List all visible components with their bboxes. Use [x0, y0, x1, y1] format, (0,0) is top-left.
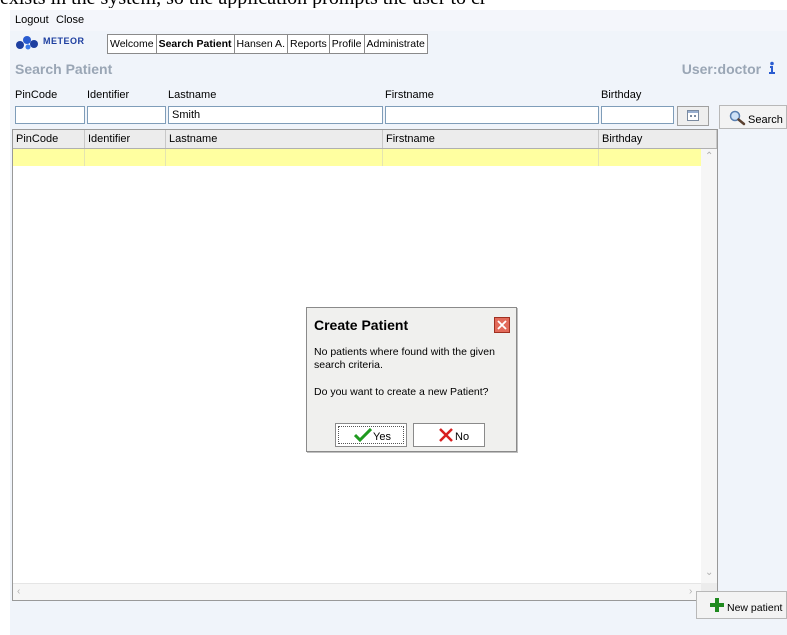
document-text-fragment: exists in the system, so the application…: [0, 0, 787, 8]
birthday-label: Birthday: [601, 89, 642, 101]
close-icon: [497, 320, 507, 330]
row-cell: [13, 149, 85, 166]
identifier-label: Identifier: [87, 89, 130, 101]
tab-hansen-a[interactable]: Hansen A.: [233, 34, 287, 54]
calendar-button[interactable]: [677, 106, 709, 126]
lastname-input[interactable]: [168, 106, 383, 124]
dialog-question: Do you want to create a new Patient?: [314, 386, 489, 398]
row-cell: [85, 149, 166, 166]
page-title: Search Patient: [15, 61, 113, 77]
no-button[interactable]: No: [413, 423, 485, 447]
dialog-message: No patients where found with the given s…: [314, 346, 495, 371]
logout-menu-item[interactable]: Logout: [15, 14, 49, 26]
no-button-label: No: [455, 431, 470, 443]
column-header-pincode[interactable]: PinCode: [13, 130, 85, 148]
grid-header: PinCode Identifier Lastname Firstname Bi…: [13, 130, 717, 149]
magnifier-icon: [729, 110, 746, 126]
tab-welcome[interactable]: Welcome: [107, 34, 156, 54]
row-cell: [383, 149, 599, 166]
meteor-logo-icon: [16, 36, 38, 50]
identifier-input[interactable]: [87, 106, 166, 124]
search-button-label: Search: [748, 114, 783, 126]
calendar-icon: [687, 110, 699, 121]
vertical-scrollbar[interactable]: ⌃ ⌄: [701, 149, 717, 583]
menubar: Logout Close: [10, 10, 787, 31]
pincode-label: PinCode: [15, 89, 58, 101]
row-cell: [166, 149, 383, 166]
scroll-down-icon[interactable]: ⌄: [705, 567, 713, 578]
scroll-up-icon[interactable]: ⌃: [705, 151, 713, 162]
create-patient-dialog: Create Patient No patients where found w…: [306, 307, 517, 452]
search-button[interactable]: Search: [719, 105, 787, 129]
new-patient-button[interactable]: New patient: [696, 591, 787, 619]
firstname-input[interactable]: [385, 106, 599, 124]
user-label: User:doctor: [682, 61, 777, 77]
column-header-lastname[interactable]: Lastname: [166, 130, 383, 148]
selected-empty-row[interactable]: [13, 149, 701, 166]
horizontal-scrollbar[interactable]: ‹ ›: [13, 583, 701, 600]
dialog-close-button[interactable]: [494, 317, 510, 333]
tab-profile[interactable]: Profile: [328, 34, 364, 54]
yes-button[interactable]: Yes: [335, 423, 407, 447]
tab-search-patient[interactable]: Search Patient: [155, 34, 234, 54]
tab-bar: Welcome Search Patient Hansen A. Reports…: [107, 34, 428, 54]
firstname-label: Firstname: [385, 89, 434, 101]
new-patient-label: New patient: [727, 602, 783, 614]
scroll-right-icon[interactable]: ›: [689, 586, 692, 597]
yes-button-label: Yes: [373, 431, 391, 443]
tab-reports[interactable]: Reports: [286, 34, 329, 54]
birthday-input[interactable]: [601, 106, 674, 124]
info-icon[interactable]: [765, 61, 777, 75]
row-cell: [599, 149, 701, 166]
checkmark-icon: [354, 428, 372, 442]
column-header-birthday[interactable]: Birthday: [599, 130, 717, 148]
pincode-input[interactable]: [15, 106, 85, 124]
scroll-left-icon[interactable]: ‹: [17, 586, 20, 597]
column-header-identifier[interactable]: Identifier: [85, 130, 166, 148]
meteor-app-window: Logout Close METEOR Welcome Search Patie…: [10, 10, 787, 635]
close-menu-item[interactable]: Close: [56, 14, 84, 26]
meteor-logo: METEOR: [15, 34, 105, 50]
lastname-label: Lastname: [168, 89, 217, 101]
column-header-firstname[interactable]: Firstname: [383, 130, 599, 148]
dialog-title: Create Patient: [314, 317, 409, 333]
tab-administrate[interactable]: Administrate: [363, 34, 428, 54]
x-mark-icon: [439, 428, 453, 442]
user-name: User:doctor: [681, 61, 762, 77]
logo-text: METEOR: [43, 36, 85, 46]
plus-icon: [710, 598, 724, 612]
